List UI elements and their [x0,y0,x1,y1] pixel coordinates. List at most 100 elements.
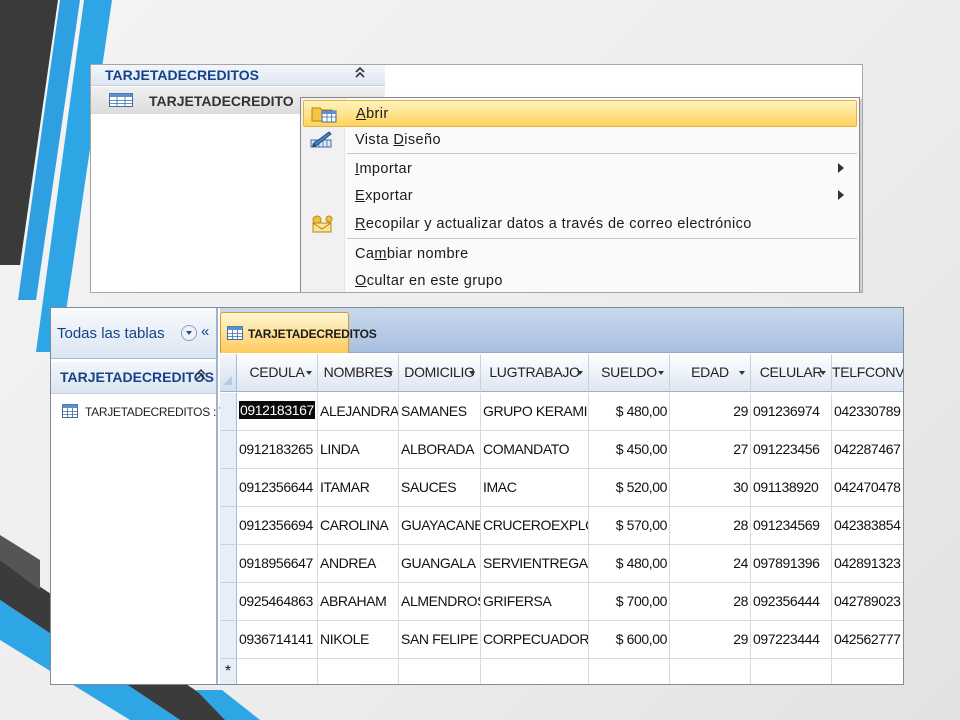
table-cell[interactable]: 29 [670,621,751,659]
collapse-group-icon[interactable] [195,368,207,385]
table-cell[interactable]: CORPECUADOR [481,621,589,659]
column-header-nombres[interactable]: NOMBRES [318,354,399,392]
nav-table-item[interactable]: TARJETADECREDITOS : Tabla [51,397,246,427]
table-cell[interactable]: $ 450,00 [589,431,670,469]
table-cell[interactable]: GUAYACANES [399,507,481,545]
nav-group-header[interactable]: TARJETADECREDITOS [51,362,216,394]
row-selector[interactable] [220,545,237,583]
table-cell[interactable]: 0936714141 [237,621,318,659]
table-cell[interactable]: 28 [670,583,751,621]
table-cell[interactable]: 28 [670,507,751,545]
menu-item-recopilar[interactable]: Recopilar y actualizar datos a través de… [303,211,857,238]
table-cell[interactable]: 091236974 [751,393,832,431]
nav-menu-dropdown-icon[interactable] [181,325,197,341]
table-cell[interactable]: 042470478 [832,469,903,507]
table-cell[interactable]: 24 [670,545,751,583]
table-cell[interactable]: 091234569 [751,507,832,545]
column-filter-dropdown-icon[interactable] [658,371,664,375]
new-record-cell[interactable] [832,659,903,684]
menu-item-exportar[interactable]: Exportar [303,183,857,210]
column-header-celular[interactable]: CELULAR [751,354,832,392]
table-cell[interactable]: GRUPO KERAMIKOS [481,393,589,431]
table-cell[interactable]: GUANGALA [399,545,481,583]
table-cell[interactable]: CRUCEROEXPLORER [481,507,589,545]
nav-group-header[interactable]: TARJETADECREDITOS [91,65,385,86]
new-record-cell[interactable] [399,659,481,684]
column-header-edad[interactable]: EDAD [670,354,751,392]
new-record-cell[interactable] [237,659,318,684]
table-cell[interactable]: 0912356694 [237,507,318,545]
table-cell[interactable]: $ 480,00 [589,393,670,431]
column-filter-dropdown-icon[interactable] [469,371,475,375]
menu-item-cambiar[interactable]: Cambiar nombre [303,241,857,268]
column-filter-dropdown-icon[interactable] [577,371,583,375]
table-cell[interactable]: 091223456 [751,431,832,469]
new-record-cell[interactable] [318,659,399,684]
table-cell[interactable]: SERVIENTREGA [481,545,589,583]
menu-item-vista[interactable]: Vista Diseño [303,127,857,154]
column-header-sueldo[interactable]: SUELDO [589,354,670,392]
table-cell[interactable]: SAN FELIPE [399,621,481,659]
table-cell[interactable]: ABRAHAM [318,583,399,621]
table-cell[interactable]: SAUCES [399,469,481,507]
table-cell[interactable]: IMAC [481,469,589,507]
nav-pane-header[interactable]: Todas las tablas « [51,308,216,359]
table-cell[interactable]: 091138920 [751,469,832,507]
table-cell[interactable]: 0912356644 [237,469,318,507]
collapse-group-icon[interactable] [353,66,367,83]
table-cell[interactable]: 042789023 [832,583,903,621]
table-cell[interactable]: $ 600,00 [589,621,670,659]
table-cell[interactable]: 042330789 [832,393,903,431]
table-cell[interactable]: 0912183265 [237,431,318,469]
row-selector[interactable] [220,621,237,659]
table-cell[interactable]: GRIFERSA [481,583,589,621]
table-cell[interactable]: $ 480,00 [589,545,670,583]
table-cell[interactable]: ALEJANDRA [318,393,399,431]
menu-item-ocultar[interactable]: Ocultar en este grupo [303,268,857,292]
row-selector[interactable] [220,393,237,431]
table-cell[interactable]: 30 [670,469,751,507]
column-filter-dropdown-icon[interactable] [820,371,826,375]
table-cell[interactable]: $ 700,00 [589,583,670,621]
table-cell[interactable]: SAMANES [399,393,481,431]
table-cell[interactable]: 042287467 [832,431,903,469]
row-selector[interactable] [220,469,237,507]
shutter-bar-close-icon[interactable]: « [201,323,209,340]
menu-item-importar[interactable]: Importar [303,156,857,183]
table-cell[interactable]: 092356444 [751,583,832,621]
table-cell[interactable]: 042562777 [832,621,903,659]
table-cell[interactable]: ALMENDROS [399,583,481,621]
column-filter-dropdown-icon[interactable] [739,371,745,375]
table-cell[interactable]: 0925464863 [237,583,318,621]
table-cell[interactable]: 27 [670,431,751,469]
table-cell[interactable]: 0918956647 [237,545,318,583]
menu-item-abrir[interactable]: Abrir [303,100,857,127]
column-header-domicilio[interactable]: DOMICILIO [399,354,481,392]
new-record-cell[interactable] [751,659,832,684]
row-selector[interactable] [220,431,237,469]
table-cell[interactable]: LINDA [318,431,399,469]
new-record-cell[interactable] [670,659,751,684]
table-cell[interactable]: 042383854 [832,507,903,545]
tab-tarjetadecreditos[interactable]: TARJETADECREDITOS [220,312,377,353]
table-cell[interactable]: 097891396 [751,545,832,583]
new-record-cell[interactable] [589,659,670,684]
column-filter-dropdown-icon[interactable] [306,371,312,375]
table-cell[interactable]: $ 570,00 [589,507,670,545]
table-cell[interactable]: 097223444 [751,621,832,659]
select-all-corner[interactable] [220,354,237,392]
table-cell[interactable]: CAROLINA [318,507,399,545]
row-selector[interactable] [220,507,237,545]
table-cell[interactable]: COMANDATO [481,431,589,469]
column-filter-dropdown-icon[interactable] [387,371,393,375]
table-cell[interactable]: 29 [670,393,751,431]
row-selector[interactable] [220,583,237,621]
new-record-cell[interactable] [481,659,589,684]
column-header-lugtrabajo[interactable]: LUGTRABAJO [481,354,589,392]
table-cell[interactable]: ALBORADA [399,431,481,469]
column-header-telfconvei[interactable]: TELFCONVEI [832,354,903,392]
table-cell[interactable]: NIKOLE [318,621,399,659]
table-cell[interactable]: 042891323 [832,545,903,583]
table-cell[interactable]: ANDREA [318,545,399,583]
new-record-row-selector[interactable]: * [220,659,237,684]
